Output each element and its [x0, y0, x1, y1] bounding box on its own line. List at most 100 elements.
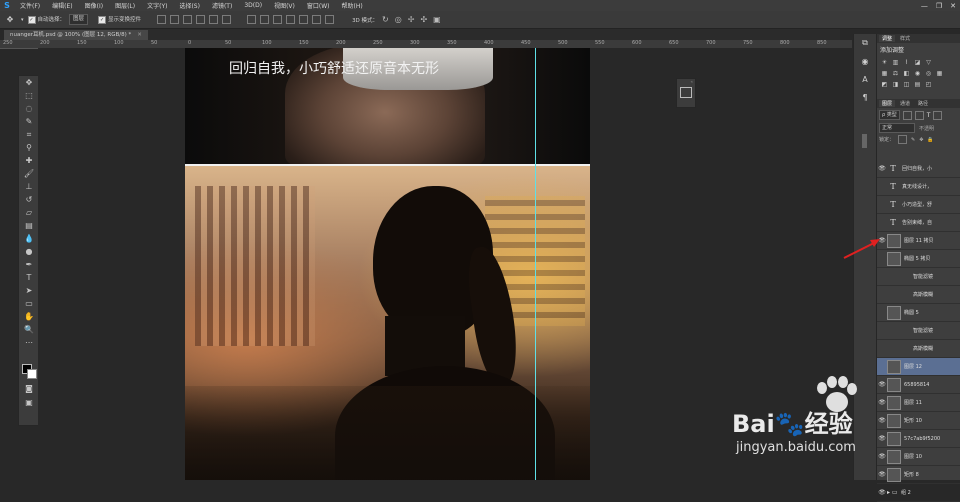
layer-row[interactable]: T 小巧造型，舒 — [877, 196, 960, 214]
auto-align-icon[interactable] — [325, 15, 335, 24]
pan-3d-icon[interactable]: ✢ — [408, 15, 415, 24]
posterize-icon[interactable]: ◨ — [891, 80, 900, 89]
curves-icon[interactable]: ⌇ — [902, 58, 911, 67]
align-left-icon[interactable] — [196, 15, 206, 24]
layer-row[interactable]: T 告别束缚，自 — [877, 214, 960, 232]
invert-icon[interactable]: ◩ — [880, 80, 889, 89]
lock-transparent-icon[interactable] — [898, 135, 908, 144]
lock-pixels-icon[interactable]: ✎ — [911, 137, 915, 143]
black-white-icon[interactable]: ◧ — [902, 69, 911, 78]
threshold-icon[interactable]: ◫ — [902, 80, 911, 89]
properties-icon[interactable] — [680, 87, 692, 98]
actions-icon[interactable]: ◉ — [854, 52, 876, 70]
menu-filter[interactable]: 滤镜(T) — [206, 1, 238, 10]
tab-styles[interactable]: 样式 — [897, 35, 913, 42]
orbit-3d-icon[interactable]: ↻ — [382, 15, 389, 24]
menu-view[interactable]: 视图(V) — [268, 1, 301, 10]
roll-3d-icon[interactable]: ◎ — [395, 15, 402, 24]
exposure-icon[interactable]: ◪ — [913, 58, 922, 67]
filter-pixel-icon[interactable] — [902, 110, 912, 120]
dodge-tool-icon[interactable]: ● — [19, 245, 39, 258]
tab-layers[interactable]: 图层 — [879, 100, 896, 107]
distribute-hcenter-icon[interactable] — [299, 15, 309, 24]
eraser-tool-icon[interactable]: ▱ — [19, 206, 39, 219]
zoom-tool-icon[interactable]: 🔍 — [19, 323, 39, 336]
gradient-tool-icon[interactable]: ▤ — [19, 219, 39, 232]
menu-window[interactable]: 窗口(W) — [301, 1, 336, 10]
filter-type-icon[interactable]: T — [927, 112, 931, 119]
gradient-map-icon[interactable]: ▤ — [913, 80, 922, 89]
distribute-right-icon[interactable] — [312, 15, 322, 24]
close-tab-icon[interactable]: ✕ — [137, 32, 142, 38]
collapse-icon[interactable]: « — [677, 79, 695, 84]
tool-preset-dropdown[interactable]: ▾ — [21, 17, 24, 23]
menu-file[interactable]: 文件(F) — [14, 1, 46, 10]
history-icon[interactable]: ⧉ — [854, 34, 876, 52]
filter-shape-icon[interactable] — [933, 110, 943, 120]
crop-tool-icon[interactable]: ⌗ — [19, 128, 39, 141]
folder-icon[interactable]: ▸ ▭ — [887, 489, 901, 496]
restore-button[interactable]: ❐ — [936, 2, 942, 10]
character-icon[interactable]: A — [854, 70, 876, 88]
align-bottom-icon[interactable] — [183, 15, 193, 24]
minimize-button[interactable]: — — [921, 2, 928, 10]
layer-row[interactable]: 智能滤镜 — [877, 268, 960, 286]
color-swatches[interactable] — [22, 364, 37, 379]
move-tool-icon[interactable]: ✥ — [3, 15, 17, 24]
background-color[interactable] — [27, 369, 37, 379]
layer-row[interactable]: 👁 T 回归自我，小 — [877, 160, 960, 178]
slide-3d-icon[interactable]: ✣ — [420, 15, 427, 24]
document-tab[interactable]: nuanger耳机.psd @ 100% (图层 12, RGB/8) * ✕ — [4, 30, 148, 40]
hand-tool-icon[interactable]: ✋ — [19, 310, 39, 323]
distribute-top-icon[interactable] — [247, 15, 257, 24]
eyedropper-tool-icon[interactable]: ⚲ — [19, 141, 39, 154]
move-tool-icon[interactable]: ✥ — [19, 76, 39, 89]
menu-help[interactable]: 帮助(H) — [336, 1, 369, 10]
healing-brush-tool-icon[interactable]: ✚ — [19, 154, 39, 167]
pen-tool-icon[interactable]: ✒ — [19, 258, 39, 271]
channel-mixer-icon[interactable]: ◎ — [924, 69, 933, 78]
layer-row[interactable]: 椭圆 5 — [877, 304, 960, 322]
blend-mode-select[interactable]: 正常 — [879, 123, 915, 133]
type-tool-icon[interactable]: T — [19, 271, 39, 284]
close-button[interactable]: ✕ — [950, 2, 956, 10]
history-brush-tool-icon[interactable]: ↺ — [19, 193, 39, 206]
align-top-icon[interactable] — [157, 15, 167, 24]
layer-row[interactable]: 高斯模糊 — [877, 340, 960, 358]
tab-channels[interactable]: 通道 — [897, 100, 913, 107]
menu-3d[interactable]: 3D(D) — [238, 2, 268, 9]
layer-filter-select[interactable]: ρ 类型 — [879, 110, 900, 120]
show-transform-checkbox[interactable]: ✓ 显示变换控件 — [98, 15, 141, 24]
vertical-guide-line[interactable] — [535, 48, 536, 480]
distribute-left-icon[interactable] — [286, 15, 296, 24]
brush-tool-icon[interactable]: 🖌 — [19, 167, 39, 180]
more-tools-icon[interactable]: ⋯ — [19, 336, 39, 349]
menu-select[interactable]: 选择(S) — [173, 1, 206, 10]
marquee-tool-icon[interactable]: ⬚ — [19, 89, 39, 102]
distribute-bottom-icon[interactable] — [273, 15, 283, 24]
clone-stamp-tool-icon[interactable]: ⊥ — [19, 180, 39, 193]
menu-edit[interactable]: 编辑(E) — [46, 1, 78, 10]
align-vcenter-icon[interactable] — [170, 15, 180, 24]
photo-filter-icon[interactable]: ◉ — [913, 69, 922, 78]
align-hcenter-icon[interactable] — [209, 15, 219, 24]
auto-select-checkbox[interactable]: ✓ 自动选择： — [27, 15, 65, 24]
auto-select-target-select[interactable]: 图层 — [69, 14, 89, 25]
layer-row-selected[interactable]: 图层 12 — [877, 358, 960, 376]
visibility-eye-icon[interactable]: 👁 — [877, 165, 887, 172]
filter-adjust-icon[interactable] — [914, 110, 924, 120]
layer-row[interactable]: 👁 图层 11 拷贝 — [877, 232, 960, 250]
color-balance-icon[interactable]: ⚖ — [891, 69, 900, 78]
levels-icon[interactable]: ▥ — [891, 58, 900, 67]
layer-row[interactable]: 智能滤镜 — [877, 322, 960, 340]
lasso-tool-icon[interactable]: ◌ — [19, 102, 39, 115]
vibrance-icon[interactable]: ▽ — [924, 58, 933, 67]
menu-type[interactable]: 文字(Y) — [141, 1, 173, 10]
layer-row[interactable]: T 真无线设计， — [877, 178, 960, 196]
lock-all-icon[interactable]: 🔒 — [927, 137, 933, 143]
path-select-tool-icon[interactable]: ➤ — [19, 284, 39, 297]
menu-layer[interactable]: 图层(L) — [109, 1, 141, 10]
menu-image[interactable]: 图像(I) — [79, 1, 109, 10]
lock-position-icon[interactable]: ✥ — [919, 137, 923, 143]
color-lookup-icon[interactable]: ▦ — [935, 69, 944, 78]
